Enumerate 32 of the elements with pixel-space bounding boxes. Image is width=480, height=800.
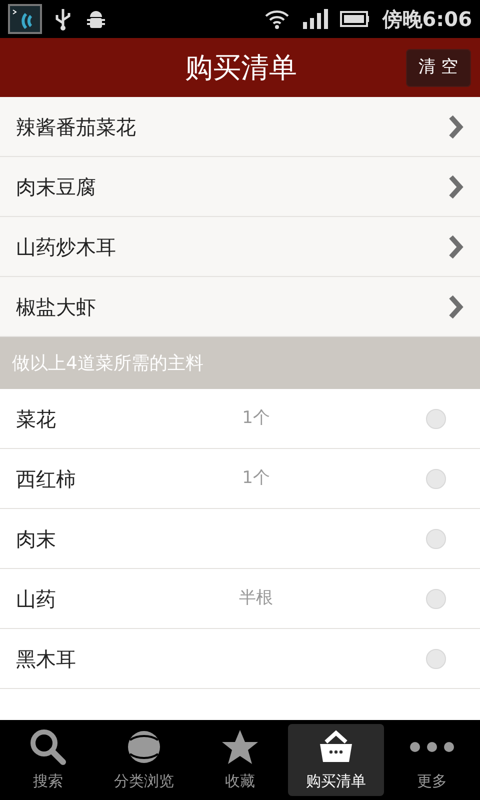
dish-row[interactable]: 辣酱番茄菜花 xyxy=(0,97,480,157)
status-time: 傍晚6:06 xyxy=(382,6,472,33)
search-icon xyxy=(29,728,67,766)
battery-icon xyxy=(340,10,370,28)
ingredient-name: 山药 xyxy=(16,586,57,612)
ingredient-amount: 半根 xyxy=(238,586,274,610)
tab[interactable]: 收藏 xyxy=(192,724,288,796)
more-icon xyxy=(407,742,457,752)
ingredient-name: 黑木耳 xyxy=(16,646,77,672)
page-title: 购买清单 xyxy=(184,50,297,86)
chevron-icon xyxy=(448,114,464,140)
tab[interactable]: 购买清单 xyxy=(288,724,384,796)
ingredient-name: 菜花 xyxy=(16,406,57,432)
chevron-icon xyxy=(448,294,464,320)
signal-icon xyxy=(302,8,328,30)
dish-row[interactable]: 山药炒木耳 xyxy=(0,217,480,277)
dish-row[interactable]: 肉末豆腐 xyxy=(0,157,480,217)
section-header: 做以上4道菜所需的主料 xyxy=(12,352,204,376)
tab[interactable]: 更多 xyxy=(384,724,480,796)
ingredient-name: 肉末 xyxy=(16,526,57,552)
usb-icon xyxy=(54,7,72,31)
wifi-icon xyxy=(264,8,290,30)
chevron-icon xyxy=(448,234,464,260)
star-icon xyxy=(221,728,259,766)
ingredient-name: 西红柿 xyxy=(16,466,77,492)
clear-button[interactable]: 清 空 xyxy=(406,48,471,86)
chevron-icon xyxy=(448,174,464,200)
ingredient-amount: 1个 xyxy=(241,466,271,490)
terminal-app-icon xyxy=(8,4,42,34)
ingredient-amount: 1个 xyxy=(241,406,271,430)
tab[interactable]: 分类浏览 xyxy=(96,724,192,796)
tab[interactable]: 搜索 xyxy=(0,724,96,796)
